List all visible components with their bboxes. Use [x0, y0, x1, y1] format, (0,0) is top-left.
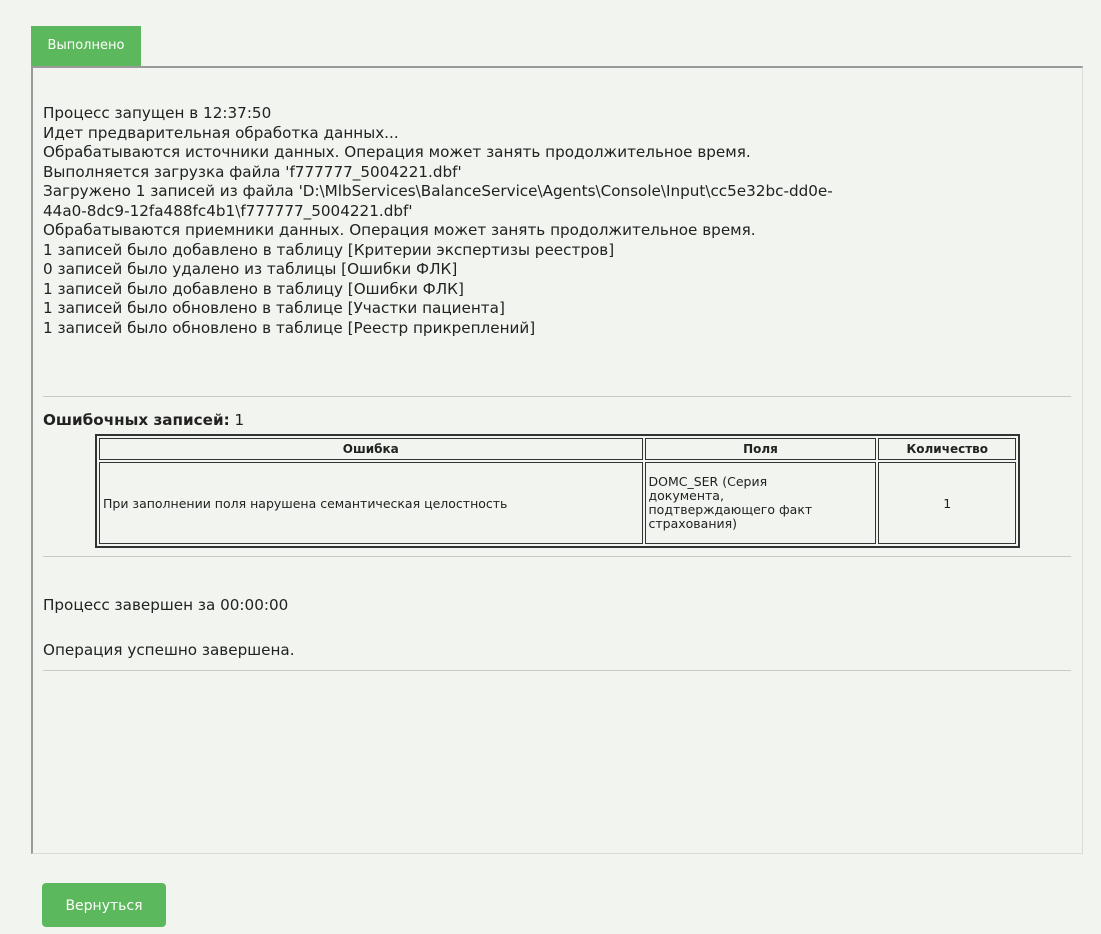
column-header-error: Ошибка [99, 438, 643, 460]
fields-line: документа, [648, 488, 724, 503]
column-header-quantity: Количество [878, 438, 1016, 460]
error-count-heading: Ошибочных записей: 1 [43, 411, 244, 430]
tab-completed[interactable]: Выполнено [31, 26, 141, 66]
error-cell: При заполнении поля нарушена семантическ… [99, 462, 643, 544]
log-line: Идет предварительная обработка данных... [43, 123, 399, 142]
log-line: 1 записей было добавлено в таблицу [Крит… [43, 240, 615, 259]
table-row: При заполнении поля нарушена семантическ… [99, 462, 1016, 544]
log-line: 44a0-8dc9-12fa488fc4b1\f777777_5004221.d… [43, 201, 413, 220]
fields-line: подтверждающего факт [648, 502, 813, 517]
divider [43, 670, 1071, 671]
log-line: Выполняется загрузка файла 'f777777_5004… [43, 162, 462, 181]
log-line: Обрабатываются источники данных. Операци… [43, 143, 751, 161]
column-header-fields: Поля [644, 438, 877, 460]
divider [43, 396, 1071, 397]
quantity-cell: 1 [878, 462, 1016, 544]
log-line: Обрабатываются приемники данных. Операци… [43, 221, 756, 239]
table-header-row: Ошибка Поля Количество [99, 438, 1016, 460]
log-line: 1 записей было обновлено в таблице [Учас… [43, 299, 505, 317]
divider [43, 556, 1071, 557]
back-button[interactable]: Вернуться [42, 883, 166, 927]
log-line: 1 записей было добавлено в таблицу [Ошиб… [43, 279, 464, 298]
fields-cell: DOMC_SER (Серия документа, подтверждающе… [644, 462, 877, 544]
process-log: Процесс запущен в 12:37:50 Идет предвари… [43, 104, 1073, 338]
error-count-value: 1 [234, 411, 245, 429]
success-message: Операция успешно завершена. [43, 641, 295, 659]
log-line: Процесс запущен в 12:37:50 [43, 104, 272, 122]
finish-time-text: Процесс завершен за 00:00:00 [43, 596, 289, 614]
errors-table: Ошибка Поля Количество При заполнении по… [95, 434, 1020, 548]
fields-line: страхования) [648, 516, 738, 531]
log-line: 1 записей было обновлено в таблице [Реес… [43, 318, 536, 337]
log-line: 0 записей было удалено из таблицы [Ошибк… [43, 260, 458, 278]
log-line: Загружено 1 записей из файла 'D:\MlbServ… [43, 182, 833, 200]
error-count-label: Ошибочных записей: [43, 411, 230, 429]
fields-line: DOMC_SER (Серия [648, 474, 768, 489]
